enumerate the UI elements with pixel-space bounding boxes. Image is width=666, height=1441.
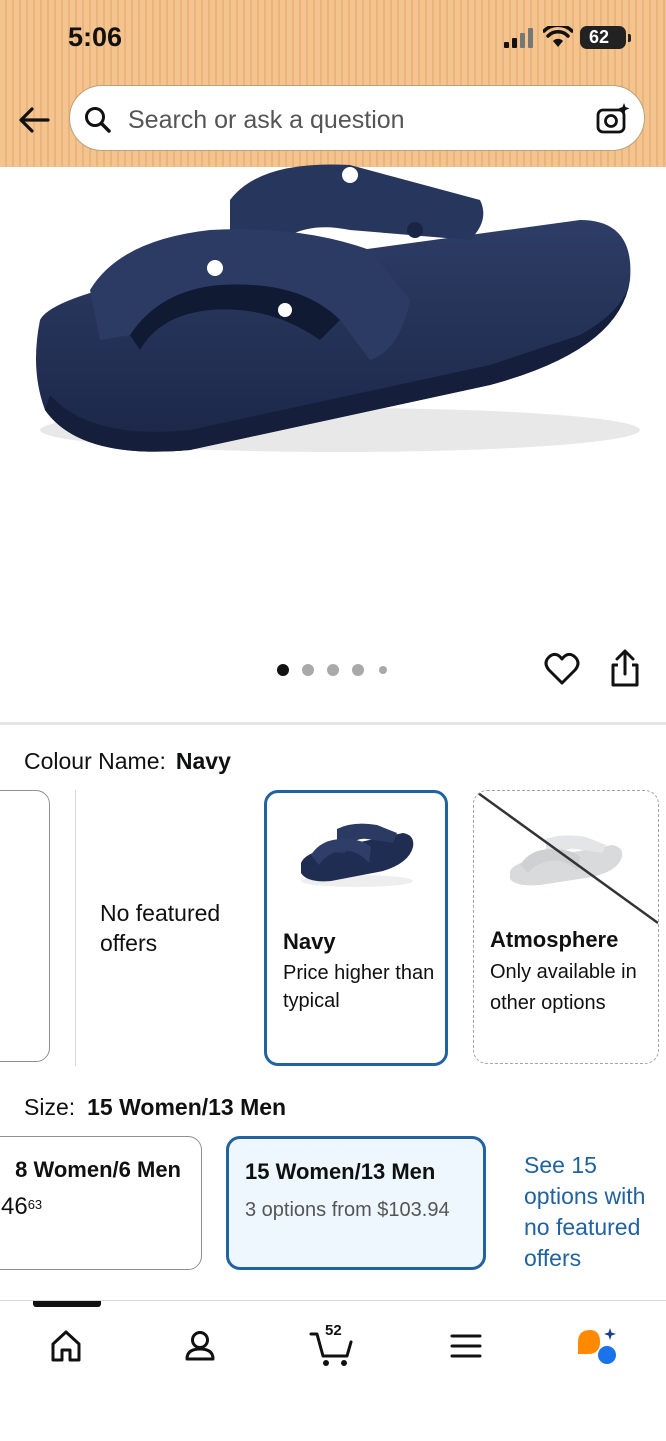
navy-sandal-thumbnail bbox=[301, 823, 414, 887]
cellular-signal-icon bbox=[504, 28, 533, 48]
colour-label-text: Colour Name: bbox=[24, 748, 166, 774]
size-label-text: Size: bbox=[24, 1094, 76, 1120]
no-featured-offers-text: No featured offers bbox=[100, 900, 221, 956]
size-option-name: 15 Women/13 Men bbox=[245, 1159, 436, 1184]
status-time: 5:06 bbox=[68, 22, 123, 52]
active-tab-indicator bbox=[33, 1301, 101, 1307]
search-icon bbox=[85, 107, 111, 133]
size-label: Size: 15 Women/13 Men bbox=[24, 1094, 286, 1121]
size-option-name: 8 Women/6 Men bbox=[15, 1157, 181, 1182]
size-option-price: 4663 bbox=[1, 1193, 42, 1221]
product-image[interactable] bbox=[20, 160, 640, 480]
price-cents: 63 bbox=[27, 1197, 43, 1212]
colour-option-previous[interactable] bbox=[0, 790, 50, 1062]
battery-level: 62 bbox=[588, 27, 610, 47]
see-more-options-link[interactable]: See 15 options with no featured offers bbox=[524, 1150, 666, 1274]
colour-option-note: Only available in other options bbox=[490, 961, 637, 1014]
back-arrow-icon[interactable] bbox=[16, 104, 52, 136]
size-option-selected[interactable]: 15 Women/13 Men 3 options from $103.94 bbox=[226, 1136, 486, 1270]
colour-option-name: Navy bbox=[283, 929, 336, 954]
menu-icon[interactable] bbox=[438, 1322, 494, 1372]
unavailable-slash-icon bbox=[477, 791, 658, 925]
size-selected-value: 15 Women/13 Men bbox=[87, 1094, 287, 1120]
home-icon[interactable] bbox=[38, 1322, 94, 1372]
cart-count-badge: 52 bbox=[325, 1322, 342, 1339]
camera-search-icon[interactable] bbox=[596, 102, 630, 136]
colour-selected-value: Navy bbox=[175, 748, 231, 774]
rufus-assistant-icon[interactable] bbox=[570, 1322, 626, 1372]
wifi-icon bbox=[543, 26, 573, 47]
heart-icon[interactable] bbox=[544, 651, 580, 687]
colour-option-atmosphere[interactable]: Atmosphere Only available in other optio… bbox=[473, 790, 659, 1064]
colour-option-name: Atmosphere bbox=[490, 927, 619, 952]
section-divider bbox=[0, 722, 666, 725]
size-option-previous[interactable]: 8 Women/6 Men 4663 bbox=[0, 1136, 202, 1270]
image-carousel-dots[interactable] bbox=[276, 662, 391, 678]
cart-button[interactable]: 52 bbox=[305, 1322, 361, 1372]
size-option-subtext: 3 options from $103.94 bbox=[245, 1199, 450, 1221]
colour-option-navy[interactable]: Navy Price higher than typical bbox=[264, 790, 448, 1066]
search-input[interactable]: Search or ask a question bbox=[69, 85, 645, 151]
account-icon[interactable] bbox=[172, 1322, 228, 1372]
colour-label: Colour Name: Navy bbox=[24, 748, 231, 775]
battery-icon: 62 bbox=[580, 26, 631, 49]
search-placeholder: Search or ask a question bbox=[128, 106, 405, 134]
share-icon[interactable] bbox=[607, 648, 643, 688]
separator-line bbox=[75, 790, 76, 1066]
price-main: 46 bbox=[1, 1193, 28, 1220]
colour-option-note: Price higher than typical bbox=[283, 962, 435, 1012]
